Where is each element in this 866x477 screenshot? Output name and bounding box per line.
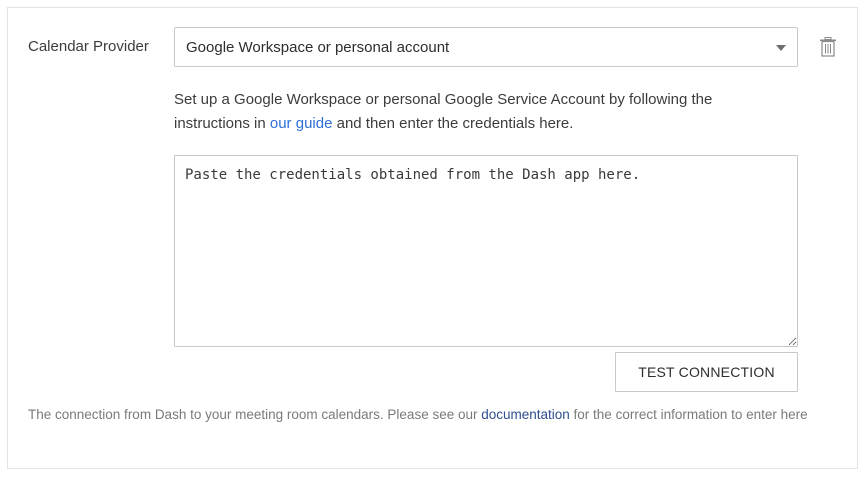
- connection-help-text-start: The connection from Dash to your meeting…: [28, 407, 482, 422]
- calendar-provider-select[interactable]: Google Workspace or personal account: [174, 27, 798, 67]
- setup-instructions: Set up a Google Workspace or personal Go…: [174, 88, 774, 136]
- trash-icon[interactable]: [819, 37, 837, 57]
- calendar-provider-label: Calendar Provider: [28, 38, 149, 55]
- connection-help-text: The connection from Dash to your meeting…: [28, 403, 828, 427]
- caret-down-icon: [776, 45, 786, 51]
- connection-help-text-end: for the correct information to enter her…: [569, 407, 808, 422]
- documentation-link[interactable]: documentation: [481, 407, 570, 422]
- credentials-textarea[interactable]: [174, 155, 798, 347]
- setup-instructions-text-end: and then enter the credentials here.: [332, 115, 574, 132]
- calendar-provider-selected-value: Google Workspace or personal account: [186, 39, 450, 56]
- test-connection-button[interactable]: TEST CONNECTION: [615, 352, 798, 392]
- our-guide-link[interactable]: our guide: [270, 115, 333, 132]
